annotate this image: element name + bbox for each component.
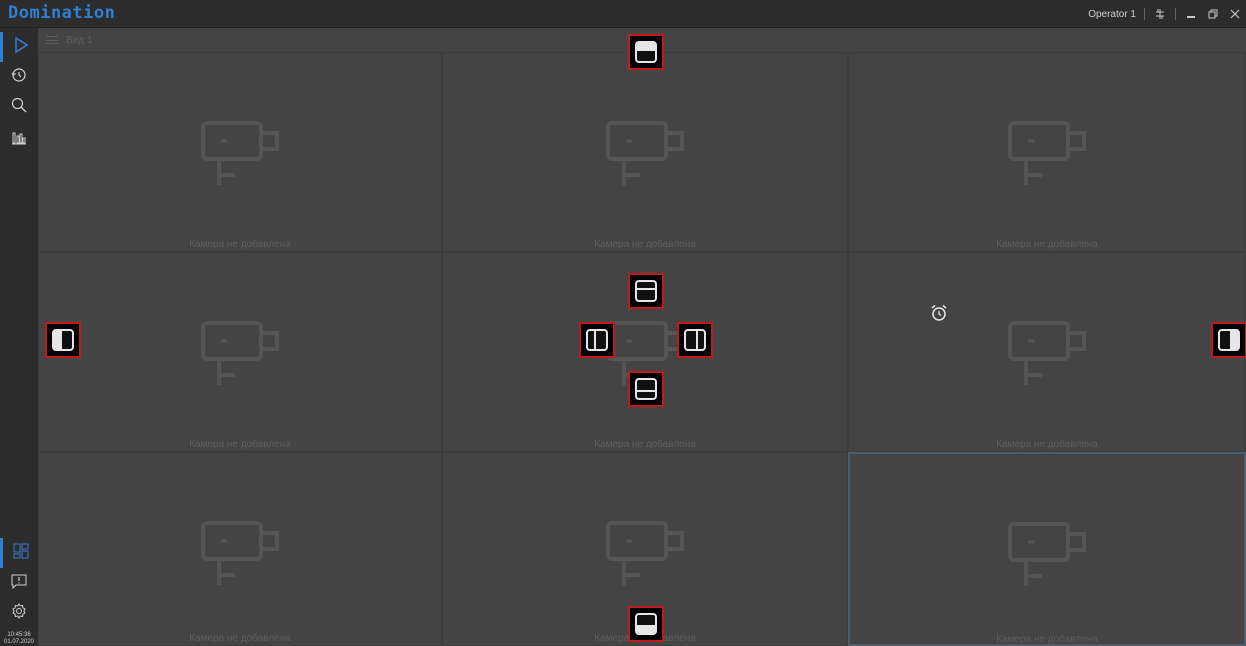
clock-time: 10:45:36 — [7, 632, 31, 638]
camera-status-label: Камера не добавлена — [594, 239, 696, 250]
camera-placeholder-icon — [1008, 522, 1086, 586]
camera-placeholder-icon — [606, 121, 684, 185]
layouts-button[interactable] — [0, 538, 38, 568]
layout-grid-icon — [13, 543, 29, 563]
dock-center-top[interactable] — [628, 273, 664, 309]
camera-placeholder-icon — [201, 521, 279, 585]
restore-icon[interactable] — [1206, 7, 1220, 21]
settings-icon — [11, 603, 27, 623]
split-bottom-icon — [635, 378, 657, 400]
statistics-button[interactable] — [0, 124, 38, 154]
camera-status-label: Камера не добавлена — [189, 633, 291, 644]
alert-message-icon — [11, 573, 27, 593]
camera-grid: Камера не добавлена Камера не добавлена Ка… — [38, 52, 1246, 646]
camera-placeholder-icon — [201, 321, 279, 385]
camera-cell[interactable]: Камера не добавлена — [442, 52, 848, 252]
divider — [1144, 8, 1145, 20]
settings-button[interactable] — [0, 598, 38, 628]
clock-date: 01.07.2020 — [3, 639, 35, 645]
minimize-icon[interactable] — [1184, 7, 1198, 21]
app-logo: Domination — [8, 3, 116, 23]
alarm-clock-icon[interactable] — [929, 303, 949, 323]
camera-status-label: Камера не добавлена — [996, 439, 1098, 450]
camera-status-label: Камера не добавлена — [996, 634, 1098, 645]
camera-placeholder-icon — [1008, 321, 1086, 385]
split-top-icon — [635, 280, 657, 302]
dock-bottom-icon — [635, 613, 657, 635]
events-button[interactable] — [0, 568, 38, 598]
camera-cell[interactable]: Камера не добавлена — [848, 252, 1246, 452]
play-icon — [12, 36, 30, 58]
dock-top-icon — [635, 41, 657, 63]
dock-left-icon — [52, 329, 74, 351]
dock-top[interactable] — [628, 34, 664, 70]
split-right-icon — [684, 329, 706, 351]
camera-placeholder-icon — [1008, 121, 1086, 185]
camera-placeholder-icon — [201, 121, 279, 185]
network-icon[interactable] — [1153, 7, 1167, 21]
camera-cell[interactable]: Камера не добавлена — [848, 52, 1246, 252]
title-bar: Domination Operator 1 — [0, 0, 1246, 28]
live-view-button[interactable] — [0, 32, 38, 62]
search-button[interactable] — [0, 92, 38, 122]
sidebar: 10:45:36 01.07.2020 — [0, 28, 38, 646]
search-icon — [11, 97, 27, 117]
dock-center-right[interactable] — [677, 322, 713, 358]
dock-right[interactable] — [1211, 322, 1246, 358]
camera-cell[interactable]: Камера не добавлена — [848, 452, 1246, 646]
camera-cell[interactable]: Камера не добавлена — [38, 52, 442, 252]
user-name[interactable]: Operator 1 — [1088, 9, 1136, 20]
dock-bottom[interactable] — [628, 606, 664, 642]
history-icon — [11, 67, 27, 87]
camera-status-label: Камера не добавлена — [189, 439, 291, 450]
dock-right-icon — [1218, 329, 1240, 351]
camera-cell[interactable]: Камера не добавлена — [38, 452, 442, 646]
camera-cell[interactable]: Камера не добавлена — [38, 252, 442, 452]
menu-icon[interactable] — [46, 36, 58, 44]
camera-status-label: Камера не добавлена — [594, 439, 696, 450]
dock-left[interactable] — [45, 322, 81, 358]
dock-center-bottom[interactable] — [628, 371, 664, 407]
camera-status-label: Камера не добавлена — [996, 239, 1098, 250]
dock-center-left[interactable] — [579, 322, 615, 358]
clock: 10:45:36 01.07.2020 — [0, 632, 38, 646]
split-left-icon — [586, 329, 608, 351]
title-bar-controls: Operator 1 — [1088, 0, 1242, 28]
stats-icon — [11, 129, 27, 149]
archive-button[interactable] — [0, 62, 38, 92]
close-icon[interactable] — [1228, 7, 1242, 21]
divider — [1175, 8, 1176, 20]
view-title: Вид 1 — [66, 34, 93, 46]
camera-placeholder-icon — [606, 521, 684, 585]
camera-status-label: Камера не добавлена — [189, 239, 291, 250]
